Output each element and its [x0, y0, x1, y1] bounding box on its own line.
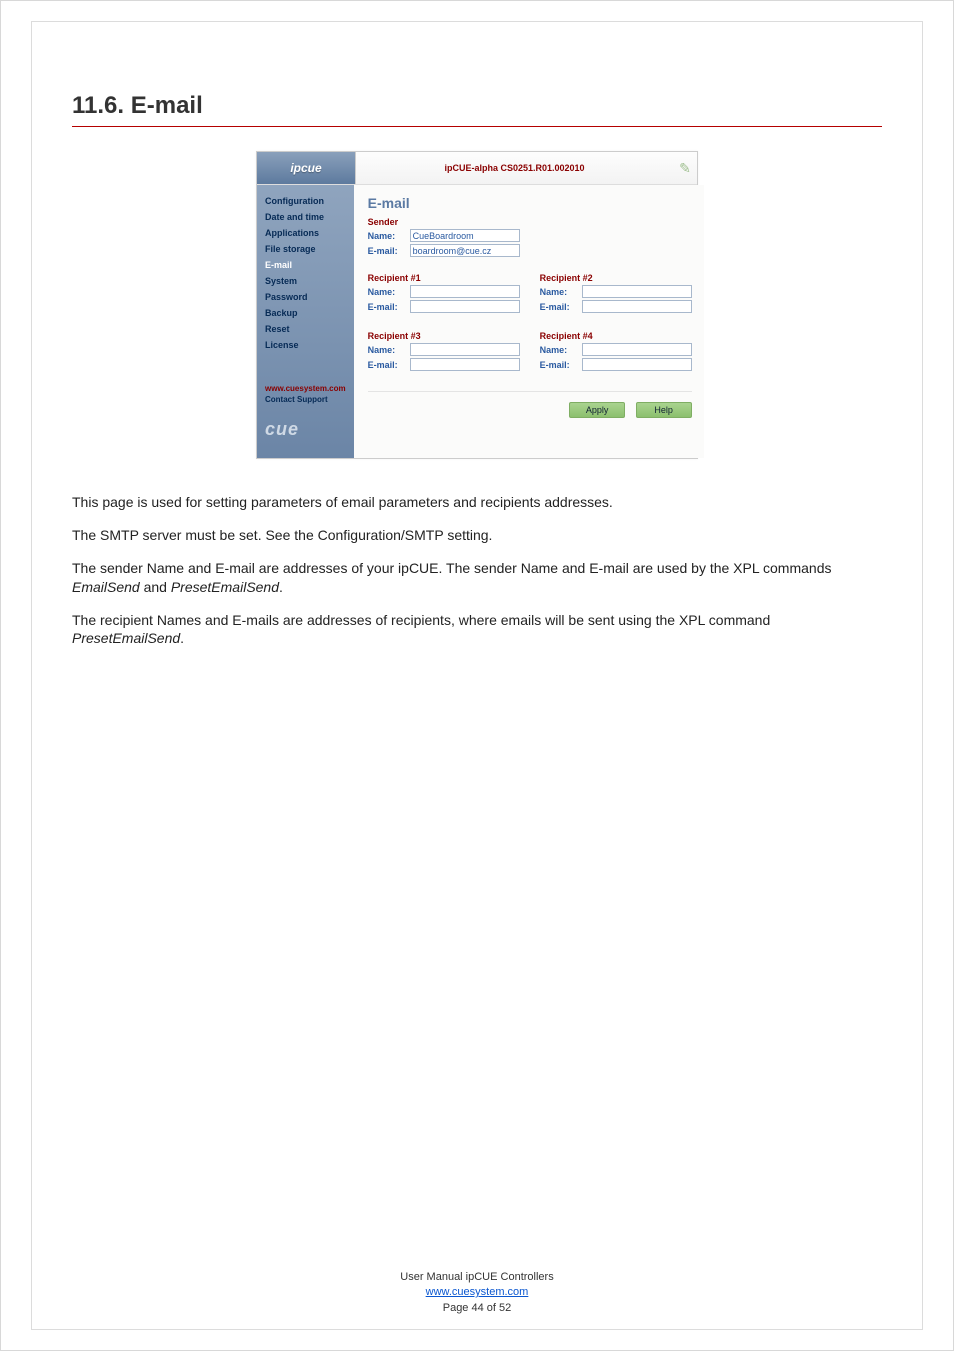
paragraph-3-text-a: The sender Name and E-mail are addresses… [72, 560, 831, 576]
recipient3-name-label: Name: [368, 345, 410, 355]
recipient2-name-label: Name: [540, 287, 582, 297]
screenshot-header: ipcue ipCUE-alpha CS0251.R01.002010 ✎ [257, 152, 697, 185]
footer-link[interactable]: www.cuesystem.com [426, 1286, 529, 1298]
paragraph-3-text-c: and [140, 579, 171, 595]
sender-name-label: Name: [368, 231, 410, 241]
sidebar-item-license[interactable]: License [257, 337, 354, 353]
sender-email-input[interactable] [410, 244, 520, 257]
sidebar-item-system[interactable]: System [257, 273, 354, 289]
sidebar: Configuration Date and time Applications… [257, 185, 354, 458]
recipient4-name-input[interactable] [582, 343, 692, 356]
app-logo: ipcue [257, 152, 356, 184]
recipient3-heading: Recipient #3 [368, 331, 520, 341]
sidebar-item-email[interactable]: E-mail [257, 257, 354, 273]
sender-email-label: E-mail: [368, 246, 410, 256]
sidebar-item-password[interactable]: Password [257, 289, 354, 305]
recipient3-name-input[interactable] [410, 343, 520, 356]
recipient2-heading: Recipient #2 [540, 273, 692, 283]
recipient1-name-input[interactable] [410, 285, 520, 298]
paragraph-4-text-a: The recipient Names and E-mails are addr… [72, 612, 770, 628]
recipient3-email-label: E-mail: [368, 360, 410, 370]
sidebar-item-file-storage[interactable]: File storage [257, 241, 354, 257]
paragraph-3-text-e: . [279, 579, 283, 595]
recipient4-heading: Recipient #4 [540, 331, 692, 341]
paragraph-3: The sender Name and E-mail are addresses… [72, 559, 882, 597]
page-footer: User Manual ipCUE Controllers www.cuesys… [1, 1270, 953, 1316]
sender-heading: Sender [368, 217, 692, 227]
sidebar-item-applications[interactable]: Applications [257, 225, 354, 241]
paragraph-2: The SMTP server must be set. See the Con… [72, 526, 882, 545]
sidebar-item-backup[interactable]: Backup [257, 305, 354, 321]
recipient1-heading: Recipient #1 [368, 273, 520, 283]
recipient4-email-input[interactable] [582, 358, 692, 371]
recipient2-name-input[interactable] [582, 285, 692, 298]
paragraph-1: This page is used for setting parameters… [72, 493, 882, 512]
sidebar-link-website[interactable]: www.cuesystem.com [257, 383, 354, 394]
app-logo-text: ipcue [290, 161, 321, 175]
footer-page-number: Page 44 of 52 [1, 1301, 953, 1316]
content-title: E-mail [368, 195, 692, 211]
recipient4-email-label: E-mail: [540, 360, 582, 370]
recipient1-email-input[interactable] [410, 300, 520, 313]
recipient1-email-label: E-mail: [368, 302, 410, 312]
sidebar-item-reset[interactable]: Reset [257, 321, 354, 337]
apply-button[interactable]: Apply [569, 402, 625, 418]
screenshot-panel: ipcue ipCUE-alpha CS0251.R01.002010 ✎ Co… [256, 151, 698, 459]
paragraph-4-text-c: . [180, 630, 184, 646]
help-button[interactable]: Help [636, 402, 692, 418]
paragraph-3-em-d: PresetEmailSend [171, 579, 279, 595]
sender-name-input[interactable] [410, 229, 520, 242]
paragraph-4: The recipient Names and E-mails are addr… [72, 611, 882, 649]
page-title: 11.6. E-mail [72, 92, 882, 120]
sidebar-item-configuration[interactable]: Configuration [257, 193, 354, 209]
content-panel: E-mail Sender Name: E-mail: Recip [354, 185, 704, 458]
lock-icon: ✎ [673, 160, 697, 177]
recipient2-email-input[interactable] [582, 300, 692, 313]
title-divider [72, 126, 882, 127]
paragraph-3-em-b: EmailSend [72, 579, 140, 595]
breadcrumb: ipCUE-alpha CS0251.R01.002010 [356, 163, 673, 173]
sidebar-link-support[interactable]: Contact Support [257, 394, 354, 405]
recipient2-email-label: E-mail: [540, 302, 582, 312]
paragraph-4-em-b: PresetEmailSend [72, 630, 180, 646]
recipient1-name-label: Name: [368, 287, 410, 297]
sidebar-item-date-and-time[interactable]: Date and time [257, 209, 354, 225]
recipient4-name-label: Name: [540, 345, 582, 355]
sidebar-brand: cue [257, 405, 354, 448]
recipient3-email-input[interactable] [410, 358, 520, 371]
footer-line1: User Manual ipCUE Controllers [1, 1270, 953, 1285]
